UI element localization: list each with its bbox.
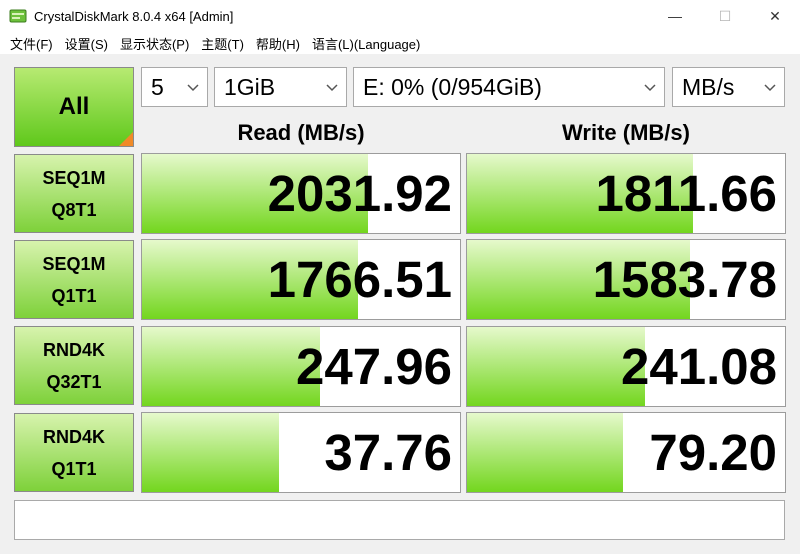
write-column-header: Write (MB/s) (562, 120, 690, 145)
drive-value: E: 0% (0/954GiB) (363, 73, 542, 100)
close-button[interactable]: ✕ (750, 0, 800, 32)
menu-help[interactable]: 帮助(H) (250, 34, 306, 53)
menu-language[interactable]: 语言(L)(Language) (306, 34, 426, 53)
maximize-button[interactable]: ☐ (700, 0, 750, 32)
write-value: 79.20 (649, 424, 777, 481)
write-bar (467, 327, 646, 406)
test-queue: Q8T1 (51, 199, 97, 220)
title-bar: CrystalDiskMark 8.0.4 x64 [Admin] — ☐ ✕ (0, 0, 800, 32)
write-value: 241.08 (621, 338, 777, 395)
unit-select[interactable]: MB/s (672, 67, 785, 107)
menu-file[interactable]: 文件(F) (4, 34, 59, 53)
read-result-rnd4k-q32t1: 247.96 (141, 326, 461, 407)
chevron-down-icon (187, 82, 199, 94)
test-name: RND4K (42, 339, 105, 360)
read-bar (142, 327, 321, 406)
test-name: SEQ1M (42, 253, 106, 274)
close-icon: ✕ (769, 7, 781, 24)
menu-bar: 文件(F) 设置(S) 显示状态(P) 主题(T) 帮助(H) 语言(L)(La… (0, 32, 800, 54)
all-button-label: All (58, 93, 90, 120)
unit-value: MB/s (682, 73, 735, 100)
size-select[interactable]: 1GiB (214, 67, 347, 107)
corner-indicator (119, 132, 133, 146)
test-queue: Q1T1 (51, 458, 97, 479)
menu-display-status[interactable]: 显示状态(P) (114, 34, 195, 53)
read-result-seq1m-q1t1: 1766.51 (141, 239, 461, 320)
window-title: CrystalDiskMark 8.0.4 x64 [Admin] (34, 8, 234, 24)
count-value: 5 (151, 73, 164, 100)
size-value: 1GiB (224, 73, 276, 100)
chevron-down-icon (764, 82, 776, 94)
all-button[interactable]: All (14, 67, 134, 147)
write-value: 1583.78 (592, 251, 777, 308)
count-select[interactable]: 5 (141, 67, 208, 107)
read-result-rnd4k-q1t1: 37.76 (141, 412, 461, 493)
window-controls: — ☐ ✕ (650, 0, 800, 32)
test-rnd4k-q1t1-button[interactable]: RND4K Q1T1 (14, 413, 134, 492)
drive-select[interactable]: E: 0% (0/954GiB) (353, 67, 665, 107)
write-result-seq1m-q8t1: 1811.66 (466, 153, 786, 234)
read-value: 2031.92 (267, 165, 452, 222)
read-column-header: Read (MB/s) (237, 120, 365, 145)
write-result-rnd4k-q1t1: 79.20 (466, 412, 786, 493)
test-name: SEQ1M (42, 167, 106, 188)
read-value: 1766.51 (267, 251, 452, 308)
menu-settings[interactable]: 设置(S) (59, 34, 114, 53)
test-queue: Q32T1 (46, 371, 102, 392)
comment-input[interactable] (14, 500, 785, 540)
maximize-icon: ☐ (718, 7, 732, 24)
read-result-seq1m-q8t1: 2031.92 (141, 153, 461, 234)
write-result-rnd4k-q32t1: 241.08 (466, 326, 786, 407)
chevron-down-icon (326, 82, 338, 94)
minimize-icon: — (668, 8, 682, 24)
test-seq1m-q1t1-button[interactable]: SEQ1M Q1T1 (14, 240, 134, 319)
write-result-seq1m-q1t1: 1583.78 (466, 239, 786, 320)
write-value: 1811.66 (595, 165, 777, 222)
write-bar (467, 413, 623, 492)
read-value: 247.96 (296, 338, 452, 395)
test-rnd4k-q32t1-button[interactable]: RND4K Q32T1 (14, 326, 134, 405)
test-seq1m-q8t1-button[interactable]: SEQ1M Q8T1 (14, 154, 134, 233)
menu-theme[interactable]: 主题(T) (195, 34, 250, 53)
minimize-button[interactable]: — (650, 0, 700, 32)
read-value: 37.76 (324, 424, 452, 481)
crystaldiskmark-app-icon (9, 8, 27, 24)
main-panel: All 5 1GiB E: 0% (0/954GiB) MB/s Read (M… (0, 54, 800, 554)
read-bar (142, 413, 279, 492)
chevron-down-icon (644, 82, 656, 94)
test-name: RND4K (42, 426, 105, 447)
test-queue: Q1T1 (51, 285, 97, 306)
